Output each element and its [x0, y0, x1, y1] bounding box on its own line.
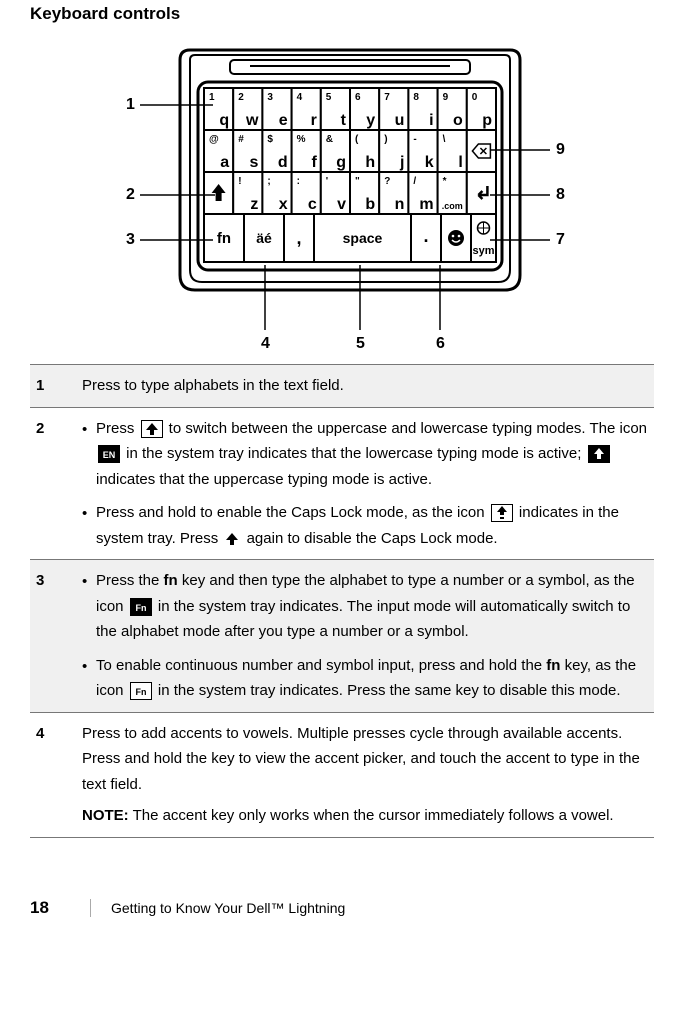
fn-mode-icon: Fn	[130, 598, 152, 616]
en-mode-icon: EN	[98, 445, 120, 463]
svg-text:v: v	[337, 196, 346, 213]
svg-text:e: e	[279, 112, 288, 129]
callout-1: 1	[126, 96, 135, 114]
svg-text:l: l	[458, 154, 462, 171]
footer-title: Getting to Know Your Dell™ Lightning	[111, 900, 345, 916]
svg-text:n: n	[395, 196, 405, 213]
svg-text:3: 3	[267, 92, 273, 103]
table-row: 2 • Press to switch between the uppercas…	[30, 407, 654, 560]
svg-text:m: m	[419, 196, 433, 213]
svg-text:k: k	[425, 154, 434, 171]
svg-text:): )	[384, 134, 387, 145]
row-text: Press to type alphabets in the text fiel…	[76, 365, 654, 408]
svg-text:/: /	[413, 176, 416, 187]
svg-text:f: f	[311, 154, 317, 171]
table-row: 3 • Press the fn key and then type the a…	[30, 560, 654, 713]
svg-text:sym: sym	[472, 245, 494, 257]
svg-text:": "	[355, 176, 360, 187]
uppercase-mode-icon	[588, 445, 610, 463]
svg-text:#: #	[238, 134, 244, 145]
svg-text:a: a	[220, 154, 229, 171]
page-heading: Keyboard controls	[30, 0, 654, 30]
svg-text:Fn: Fn	[135, 603, 146, 613]
callout-4: 4	[261, 335, 270, 353]
controls-table: 1 Press to type alphabets in the text fi…	[30, 364, 654, 838]
svg-text:i: i	[429, 112, 433, 129]
svg-text:\: \	[443, 134, 446, 145]
callout-3: 3	[126, 231, 135, 249]
svg-text:.com: .com	[442, 201, 463, 211]
callout-5: 5	[356, 335, 365, 353]
svg-text:p: p	[482, 112, 492, 129]
page-footer: 18 Getting to Know Your Dell™ Lightning	[30, 898, 654, 918]
svg-text:2: 2	[238, 92, 244, 103]
svg-text:b: b	[365, 196, 375, 213]
svg-text:y: y	[366, 112, 375, 129]
svg-text:?: ?	[384, 176, 390, 187]
row-num: 2	[30, 407, 76, 560]
callout-9: 9	[556, 141, 565, 159]
capslock-icon	[491, 504, 513, 522]
svg-text:Fn: Fn	[135, 687, 146, 697]
svg-text:5: 5	[326, 92, 332, 103]
row-text: Press to add accents to vowels. Multiple…	[76, 712, 654, 837]
svg-text:@: @	[209, 134, 219, 145]
page-number: 18	[30, 898, 90, 918]
fn-lock-icon: Fn	[130, 682, 152, 700]
svg-text:,: ,	[296, 228, 301, 248]
svg-text:': '	[326, 176, 328, 187]
svg-text:7: 7	[384, 92, 390, 103]
svg-text:;: ;	[267, 176, 270, 187]
svg-text:r: r	[311, 112, 317, 129]
svg-text:*: *	[443, 176, 447, 187]
svg-text:u: u	[395, 112, 405, 129]
svg-text:h: h	[365, 154, 375, 171]
svg-text:9: 9	[443, 92, 449, 103]
svg-text:1: 1	[209, 92, 215, 103]
svg-text:w: w	[245, 112, 259, 129]
shift-arrow-icon	[141, 420, 163, 438]
svg-text:z: z	[250, 196, 258, 213]
callout-2: 2	[126, 186, 135, 204]
svg-text:j: j	[399, 154, 404, 171]
callout-6: 6	[436, 335, 445, 353]
svg-text:4: 4	[297, 92, 303, 103]
svg-text:%: %	[297, 134, 306, 145]
svg-text:g: g	[336, 154, 346, 171]
table-row: 4 Press to add accents to vowels. Multip…	[30, 712, 654, 837]
svg-text:q: q	[219, 112, 229, 129]
svg-text:!: !	[238, 176, 241, 187]
row-num: 3	[30, 560, 76, 713]
svg-text:$: $	[267, 134, 273, 145]
keyboard-diagram: 1q2w3e4r5t6y7u8i9o0p@a#s$d%f&g(h)j-k\l!z…	[30, 30, 654, 360]
svg-text:d: d	[278, 154, 288, 171]
svg-text:-: -	[413, 134, 416, 145]
row-text: • Press the fn key and then type the alp…	[76, 560, 654, 713]
row-text: • Press to switch between the uppercase …	[76, 407, 654, 560]
svg-text:s: s	[249, 154, 258, 171]
table-row: 1 Press to type alphabets in the text fi…	[30, 365, 654, 408]
svg-text:t: t	[341, 112, 347, 129]
svg-text:fn: fn	[217, 230, 231, 247]
row-num: 1	[30, 365, 76, 408]
svg-text:0: 0	[472, 92, 478, 103]
svg-text:6: 6	[355, 92, 361, 103]
callout-8: 8	[556, 186, 565, 204]
svg-text:c: c	[308, 196, 317, 213]
svg-text:x: x	[279, 196, 288, 213]
svg-text:o: o	[453, 112, 463, 129]
svg-text:space: space	[343, 230, 383, 246]
svg-text:äé: äé	[256, 230, 272, 246]
svg-text:EN: EN	[103, 450, 116, 460]
svg-text:.: .	[423, 226, 428, 246]
callout-7: 7	[556, 231, 565, 249]
shift-arrow-icon	[224, 531, 240, 547]
svg-text:&: &	[326, 134, 333, 145]
svg-text::: :	[297, 176, 300, 187]
row-num: 4	[30, 712, 76, 837]
svg-text:8: 8	[413, 92, 419, 103]
